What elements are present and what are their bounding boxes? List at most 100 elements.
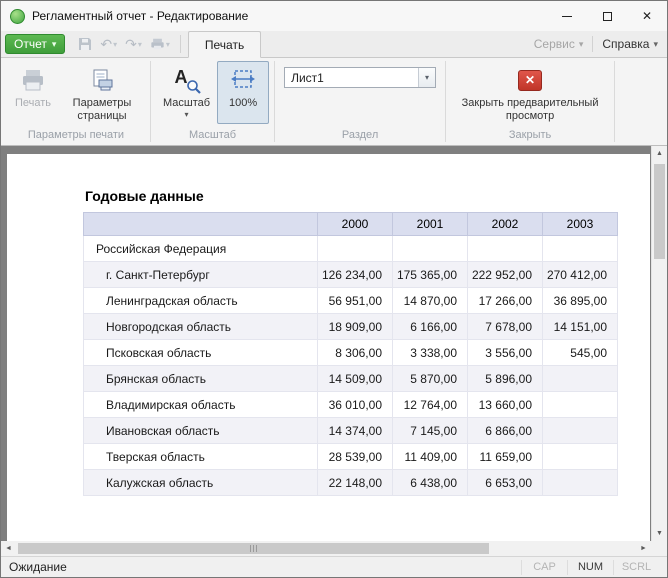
value-cell (318, 236, 393, 262)
corner-header-cell (84, 213, 318, 236)
region-name-cell: Российская Федерация (84, 236, 318, 262)
redo-button[interactable]: ↷ ▾ (122, 35, 145, 53)
value-cell: 13 660,00 (468, 392, 543, 418)
caps-lock-indicator: CAP (521, 560, 567, 575)
combobox-dropdown-button[interactable]: ▾ (418, 68, 435, 87)
value-cell: 7 678,00 (468, 314, 543, 340)
region-name-cell: Калужская область (84, 470, 318, 496)
group-label-section: Раздел (276, 127, 444, 145)
maximize-icon (603, 12, 612, 21)
print-quick-button[interactable]: ▾ (147, 35, 173, 53)
close-button[interactable]: ✕ (627, 1, 667, 31)
value-cell: 222 952,00 (468, 262, 543, 288)
toolbar: Отчет ▾ ↶ ▾ ↷ ▾ ▾ Печать Сер (1, 31, 667, 58)
scroll-down-button[interactable]: ▼ (652, 526, 667, 541)
value-cell: 5 896,00 (468, 366, 543, 392)
print-button[interactable]: Печать (7, 61, 59, 124)
vertical-scroll-track[interactable] (652, 161, 667, 526)
table-row: Калужская область22 148,006 438,006 653,… (84, 470, 618, 496)
red-close-icon: ✕ (518, 70, 542, 91)
group-label-scale: Масштаб (152, 127, 273, 145)
tab-print-label: Печать (205, 38, 244, 52)
maximize-button[interactable] (587, 1, 627, 31)
group-scale-buttons: A Масштаб ▾ 100% (152, 58, 273, 127)
zoom-100-button[interactable]: 100% (217, 61, 269, 124)
scroll-down-icon: ▼ (656, 530, 663, 537)
report-table-body: Российская Федерацияг. Санкт-Петербург12… (84, 236, 618, 496)
region-name-cell: Владимирская область (84, 392, 318, 418)
value-cell: 6 166,00 (393, 314, 468, 340)
scroll-up-button[interactable]: ▲ (652, 146, 667, 161)
group-separator (274, 61, 275, 142)
value-cell: 11 659,00 (468, 444, 543, 470)
close-preview-icon-box: ✕ (518, 65, 542, 95)
value-cell: 8 306,00 (318, 340, 393, 366)
value-cell (543, 236, 618, 262)
sheet-select-value: Лист1 (285, 71, 418, 85)
value-cell: 14 870,00 (393, 288, 468, 314)
print-button-label: Печать (15, 97, 51, 110)
value-cell: 18 909,00 (318, 314, 393, 340)
undo-button[interactable]: ↶ ▾ (97, 35, 120, 53)
value-cell: 11 409,00 (393, 444, 468, 470)
value-cell (543, 470, 618, 496)
value-cell: 28 539,00 (318, 444, 393, 470)
window-title: Регламентный отчет - Редактирование (32, 9, 547, 23)
help-menu-button[interactable]: Справка ▾ (593, 33, 667, 55)
save-icon (78, 37, 92, 51)
value-cell: 5 870,00 (393, 366, 468, 392)
value-cell: 14 509,00 (318, 366, 393, 392)
chevron-down-icon: ▾ (52, 40, 57, 49)
table-row: Владимирская область36 010,0012 764,0013… (84, 392, 618, 418)
close-preview-label: Закрыть предварительный просмотр (458, 97, 602, 123)
group-separator (614, 61, 615, 142)
value-cell: 126 234,00 (318, 262, 393, 288)
vertical-scroll-thumb[interactable] (654, 164, 665, 259)
table-row: г. Санкт-Петербург126 234,00175 365,0022… (84, 262, 618, 288)
minimize-button[interactable] (547, 1, 587, 31)
thumb-grip (256, 545, 257, 552)
tab-print[interactable]: Печать (188, 31, 261, 58)
page-setup-label: Параметры страницы (66, 97, 138, 123)
scale-button-label: Масштаб (163, 97, 210, 110)
thumb-grip (253, 545, 254, 552)
value-cell (468, 236, 543, 262)
group-label-print-settings: Параметры печати (3, 127, 149, 145)
value-cell: 12 764,00 (393, 392, 468, 418)
value-cell: 36 895,00 (543, 288, 618, 314)
scale-magnifier-icon: A (174, 67, 200, 93)
close-preview-button[interactable]: ✕ Закрыть предварительный просмотр (451, 61, 609, 124)
value-cell: 6 866,00 (468, 418, 543, 444)
horizontal-scroll-thumb[interactable] (18, 543, 489, 554)
preview-area: Годовые данные 2000 2001 2002 2003 (1, 146, 651, 541)
titlebar[interactable]: Регламентный отчет - Редактирование ✕ (1, 1, 667, 31)
value-cell (543, 444, 618, 470)
num-lock-indicator: NUM (567, 560, 613, 575)
value-cell: 6 438,00 (393, 470, 468, 496)
value-cell: 14 374,00 (318, 418, 393, 444)
value-cell (543, 392, 618, 418)
page-setup-button[interactable]: Параметры страницы (59, 61, 145, 124)
page-setup-icon (90, 65, 114, 95)
service-menu-button[interactable]: Сервис ▾ (525, 33, 593, 55)
statusbar: Ожидание CAP NUM SCRL (1, 556, 667, 577)
table-row: Новгородская область18 909,006 166,007 6… (84, 314, 618, 340)
sheet-select-combobox[interactable]: Лист1 ▾ (284, 67, 436, 88)
scroll-left-icon: ◄ (5, 545, 12, 552)
printer-icon (20, 65, 46, 95)
value-cell (543, 366, 618, 392)
scroll-left-button[interactable]: ◄ (1, 541, 16, 556)
report-menu-button[interactable]: Отчет ▾ (5, 34, 65, 54)
vertical-scrollbar[interactable]: ▲ ▼ (651, 146, 667, 541)
scale-icon-box: A (174, 65, 200, 95)
scale-button[interactable]: A Масштаб ▾ (156, 61, 217, 124)
table-row: Тверская область28 539,0011 409,0011 659… (84, 444, 618, 470)
service-menu-label: Сервис (534, 37, 575, 51)
group-separator (150, 61, 151, 142)
close-icon: ✕ (642, 10, 652, 22)
table-row: Брянская область14 509,005 870,005 896,0… (84, 366, 618, 392)
save-button[interactable] (75, 35, 95, 53)
horizontal-scroll-track[interactable] (16, 541, 636, 556)
scroll-right-button[interactable]: ► (636, 541, 651, 556)
value-cell: 56 951,00 (318, 288, 393, 314)
